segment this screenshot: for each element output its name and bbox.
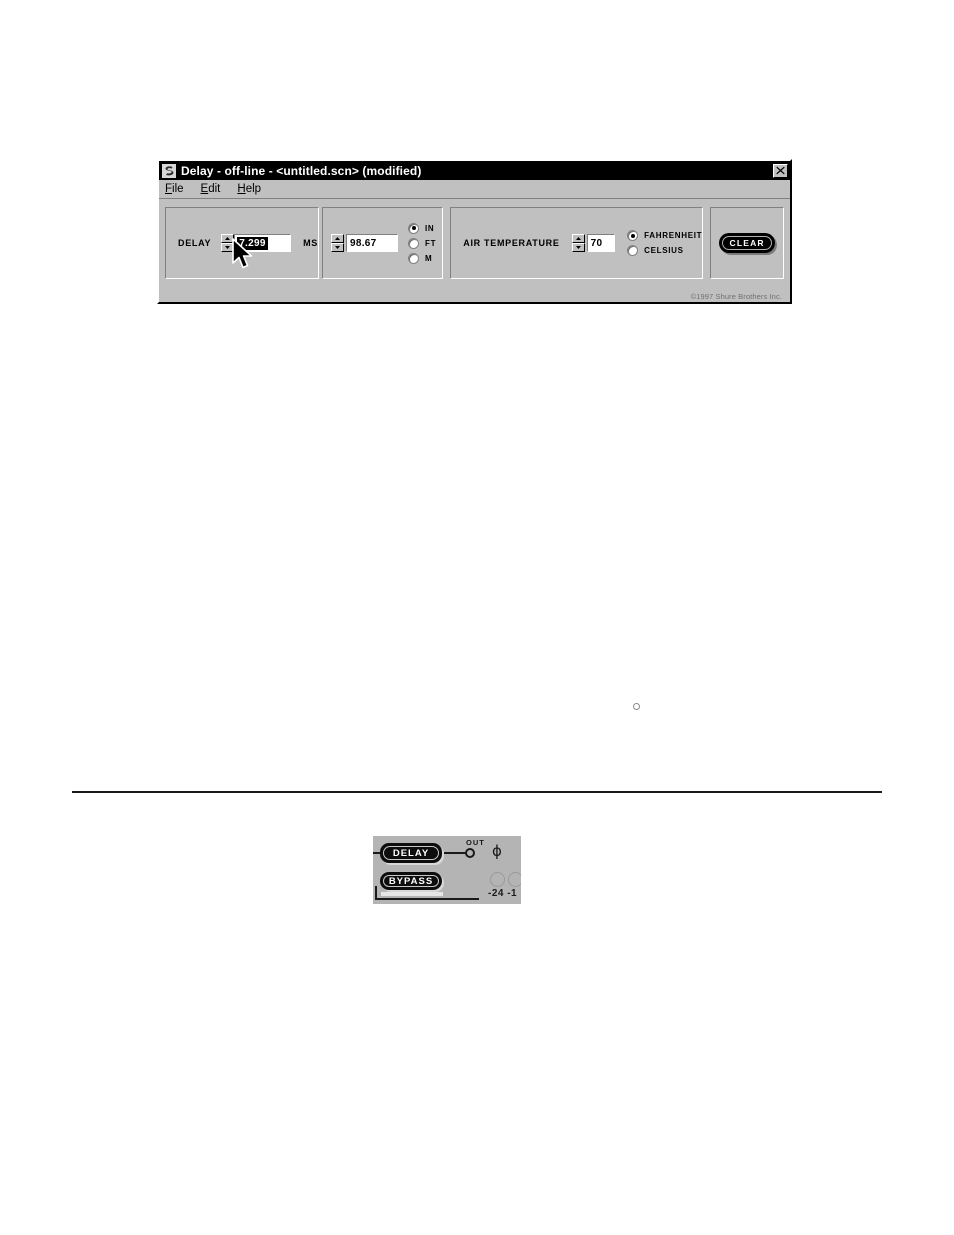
degree-symbol-mark (633, 703, 640, 710)
panel-bypass-button[interactable]: BYPASS (380, 872, 442, 890)
clear-button[interactable]: CLEAR (719, 233, 776, 253)
spinner-down-arrow-icon[interactable] (331, 243, 344, 252)
front-panel-crop-image: DELAY BYPASS OUT ɸ -24 -1 (373, 836, 521, 904)
spinner-up-arrow-icon[interactable] (571, 234, 585, 243)
menu-file-rest: ile (172, 183, 184, 195)
delay-value: 7.299 (237, 236, 268, 250)
radio-celsius-label: CELSIUS (644, 246, 684, 255)
bypass-button-shadow (381, 892, 443, 896)
temperature-value: 70 (590, 237, 603, 249)
radio-fahrenheit-label: FAHRENHEIT (644, 231, 703, 240)
radio-celsius-icon[interactable] (627, 245, 639, 256)
spinner-down-arrow-icon[interactable] (221, 243, 235, 252)
radio-option-celsius[interactable]: CELSIUS (627, 245, 702, 256)
panel-delay-button[interactable]: DELAY (380, 843, 442, 863)
radio-ft-label: FT (425, 238, 437, 248)
delay-application-window: Delay - off-line - <untitled.scn> (modif… (157, 159, 792, 304)
distance-group: 98.67 IN FT M (322, 207, 444, 279)
air-temperature-group: AIR TEMPERATURE 70 FAHRENHEIT CELSIUS (450, 207, 704, 279)
window-client-area: DELAY 7.299 MS 98.67 IN FT M AIR TEMPERA… (159, 200, 790, 302)
phase-symbol-icon: ɸ (492, 842, 502, 860)
radio-option-in[interactable]: IN (408, 222, 436, 234)
temperature-input[interactable]: 70 (586, 234, 616, 252)
menu-help-mnemonic: H (237, 183, 246, 195)
panel-bracket-bottom (375, 898, 479, 900)
spinner-down-arrow-icon[interactable] (571, 243, 585, 252)
controls-row: DELAY 7.299 MS 98.67 IN FT M AIR TEMPERA… (165, 207, 784, 279)
air-temperature-label: AIR TEMPERATURE (463, 238, 560, 248)
radio-in-icon[interactable] (408, 222, 419, 234)
menu-help[interactable]: Help (237, 183, 261, 195)
panel-bypass-button-label: BYPASS (388, 875, 434, 887)
panel-delay-button-label: DELAY (392, 847, 430, 859)
delay-spinner[interactable] (221, 234, 235, 252)
rotary-knob-icon[interactable] (508, 872, 521, 887)
window-titlebar[interactable]: Delay - off-line - <untitled.scn> (modif… (159, 161, 790, 180)
radio-m-icon[interactable] (408, 252, 419, 264)
delay-input[interactable]: 7.299 (234, 234, 292, 252)
clear-button-label: CLEAR (729, 238, 765, 248)
spinner-up-arrow-icon[interactable] (221, 234, 235, 243)
menu-file[interactable]: File (165, 183, 184, 195)
radio-ft-icon[interactable] (408, 237, 419, 249)
distance-value: 98.67 (350, 237, 377, 249)
close-icon[interactable] (773, 163, 788, 178)
clear-group: CLEAR (710, 207, 784, 279)
rotary-knob-icon[interactable] (490, 872, 505, 887)
radio-m-label: M (425, 253, 433, 263)
menu-edit[interactable]: Edit (201, 183, 221, 195)
delay-label: DELAY (178, 238, 212, 248)
window-menubar: File Edit Help (159, 180, 790, 199)
temperature-spinner[interactable] (571, 234, 585, 252)
menu-edit-rest: dit (208, 183, 221, 195)
copyright-notice: ©1997 Shure Brothers Inc. (690, 292, 782, 301)
distance-spinner[interactable] (331, 234, 344, 252)
radio-option-m[interactable]: M (408, 252, 436, 264)
window-title: Delay - off-line - <untitled.scn> (modif… (181, 163, 422, 178)
distance-input[interactable]: 98.67 (346, 234, 398, 252)
radio-option-fahrenheit[interactable]: FAHRENHEIT (627, 230, 702, 241)
delay-group: DELAY 7.299 MS (165, 207, 319, 279)
panel-scale-label: -24 -1 (488, 888, 518, 899)
page-horizontal-rule (72, 791, 882, 793)
radio-option-ft[interactable]: FT (408, 237, 437, 249)
distance-unit-radio-group: IN FT M (408, 221, 436, 266)
spinner-up-arrow-icon[interactable] (331, 234, 344, 243)
output-jack-icon (465, 848, 475, 858)
radio-in-label: IN (425, 223, 435, 233)
radio-fahrenheit-icon[interactable] (627, 230, 639, 241)
menu-help-rest: elp (245, 183, 262, 195)
shure-s-logo-icon (162, 163, 176, 178)
delay-units-label: MS (303, 238, 318, 248)
out-label: OUT (466, 838, 485, 847)
menu-file-mnemonic: F (165, 183, 173, 195)
temperature-scale-radio-group: FAHRENHEIT CELSIUS (627, 228, 702, 258)
